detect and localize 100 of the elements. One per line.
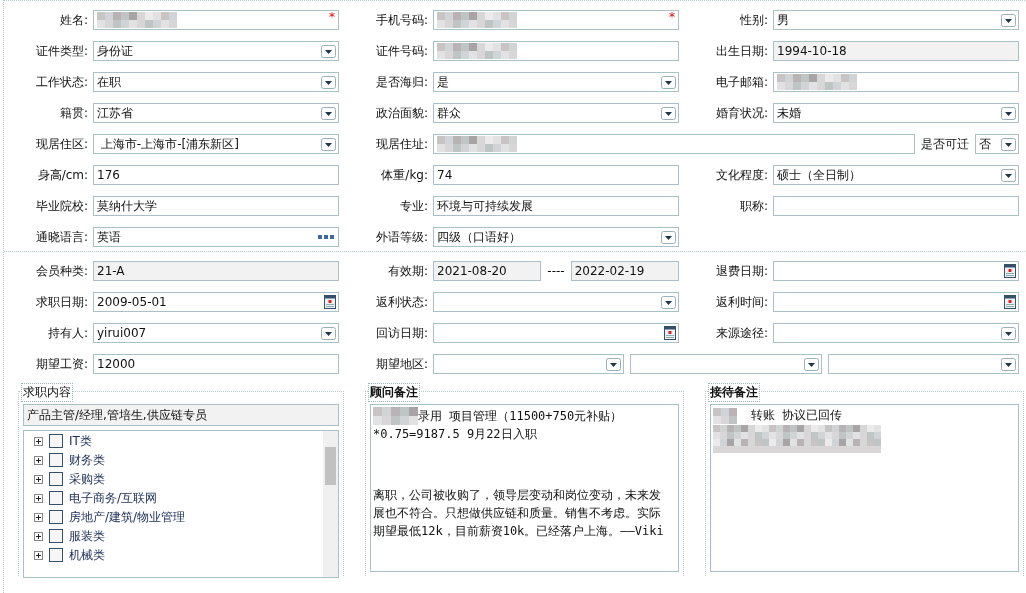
text-field[interactable]: *: [93, 10, 339, 30]
expand-icon[interactable]: [34, 531, 43, 541]
dropdown-field[interactable]: [433, 292, 679, 312]
field-label: 退费日期:: [714, 262, 768, 280]
date-field[interactable]: [773, 261, 1019, 281]
tree-item[interactable]: 电子商务/互联网: [69, 489, 158, 507]
dropdown-field[interactable]: yirui007: [93, 323, 339, 343]
calendar-icon[interactable]: [1004, 264, 1016, 278]
field-label: 姓名:: [58, 11, 88, 29]
checkbox[interactable]: [49, 529, 63, 543]
panel-title: 接待备注: [708, 383, 760, 402]
dropdown-field[interactable]: [433, 354, 625, 374]
checkbox[interactable]: [49, 510, 63, 524]
expand-icon[interactable]: [34, 493, 43, 503]
field-label: 毕业院校:: [34, 197, 88, 215]
field-label: 政治面貌:: [374, 104, 428, 122]
text-field[interactable]: 176: [93, 165, 339, 185]
tree-item[interactable]: 服装类: [69, 527, 105, 545]
text-field[interactable]: 21-A: [93, 261, 339, 281]
field-label: 会员种类:: [34, 262, 88, 280]
field-label: 籍贯:: [58, 104, 88, 122]
field-label: 证件号码:: [374, 42, 428, 60]
checkbox[interactable]: [49, 548, 63, 562]
text-field[interactable]: [433, 41, 679, 61]
field-label: 电子邮箱:: [714, 73, 768, 91]
text-field[interactable]: 12000: [93, 354, 339, 374]
field-label: 是否可迁: [921, 135, 969, 153]
date-field[interactable]: 2009-05-01: [93, 292, 339, 312]
field-label: 外语等级:: [374, 228, 428, 246]
text-field[interactable]: [433, 134, 915, 154]
field-label: 工作状态:: [34, 73, 88, 91]
expand-icon[interactable]: [34, 550, 43, 560]
scrollbar[interactable]: [323, 431, 338, 577]
expand-icon[interactable]: [34, 474, 43, 484]
dropdown-field[interactable]: [773, 323, 1019, 343]
text-field[interactable]: [773, 72, 1019, 92]
text-field[interactable]: [773, 196, 1019, 216]
field-label: 性别:: [738, 11, 768, 29]
dropdown-field[interactable]: 未婚: [773, 103, 1019, 123]
checkbox[interactable]: [49, 491, 63, 505]
text-field[interactable]: 环境与可持续发展: [433, 196, 679, 216]
checkbox[interactable]: [49, 453, 63, 467]
text-field[interactable]: *: [433, 10, 679, 30]
dropdown-field[interactable]: 身份证: [93, 41, 339, 61]
notes-field[interactable]: 录用 项目管理（11500+750元补贴） *0.75=9187.5 9月22日入职 离职，公司被收购了，领导层变动和岗位变动，未来发 展也不符合。只想做供应链和质量。销售不考虑。实际 期望最低12k，目前薪资10k。已经落户上海。——Viki: [370, 404, 679, 572]
dropdown-field[interactable]: [827, 354, 1019, 374]
field-label: 出生日期:: [714, 42, 768, 60]
dropdown-field[interactable]: 群众: [433, 103, 679, 123]
more-icon[interactable]: [318, 235, 334, 239]
checkbox[interactable]: [49, 434, 63, 448]
required-mark: *: [669, 10, 675, 24]
tree-item[interactable]: 财务类: [69, 451, 105, 469]
dropdown-field[interactable]: 男: [773, 10, 1019, 30]
lookup-field[interactable]: 英语: [93, 227, 339, 247]
field-label: 专业:: [398, 197, 428, 215]
field-label: 文化程度:: [714, 166, 768, 184]
calendar-icon[interactable]: [1004, 295, 1016, 309]
field-label: 持有人:: [46, 324, 88, 342]
tree-item[interactable]: 房地产/建筑/物业管理: [69, 508, 186, 526]
field-label: ----: [547, 264, 565, 278]
text-field[interactable]: 莫纳什大学: [93, 196, 339, 216]
expand-icon[interactable]: [34, 436, 43, 446]
dropdown-field[interactable]: 在职: [93, 72, 339, 92]
text-field[interactable]: 2022-02-19: [570, 261, 679, 281]
field-label: 通晓语言:: [34, 228, 88, 246]
dropdown-field[interactable]: 上海市-上海市-[浦东新区]: [93, 134, 339, 154]
text-field[interactable]: 1994-10-18: [773, 41, 1019, 61]
tree-item[interactable]: IT类: [69, 432, 92, 450]
dropdown-field[interactable]: 江苏省: [93, 103, 339, 123]
dropdown-field[interactable]: 否: [975, 134, 1019, 154]
note-text: 期望最低12k，目前薪资10k。已经落户上海。——Viki: [373, 523, 664, 540]
field-label: 回访日期:: [374, 324, 428, 342]
field-label: 期望工资:: [34, 355, 88, 373]
dropdown-field[interactable]: [630, 354, 822, 374]
required-mark: *: [329, 10, 335, 24]
text-field[interactable]: 2021-08-20: [433, 261, 542, 281]
note-text: 离职，公司被收购了，领导层变动和岗位变动，未来发: [373, 487, 661, 504]
field-label: 期望地区:: [374, 355, 428, 373]
dropdown-field[interactable]: 是: [433, 72, 679, 92]
notes-field[interactable]: 转账 协议已回传: [710, 404, 1019, 572]
calendar-icon[interactable]: [324, 295, 336, 309]
tree-item[interactable]: 采购类: [69, 470, 105, 488]
calendar-icon[interactable]: [664, 326, 676, 340]
field-label: 求职日期:: [34, 293, 88, 311]
field-label: 手机号码:: [374, 11, 428, 29]
text-field[interactable]: 74: [433, 165, 679, 185]
date-field[interactable]: [773, 292, 1019, 312]
field-label: 来源途径:: [714, 324, 768, 342]
dropdown-field[interactable]: 硕士（全日制）: [773, 165, 1019, 185]
expand-icon[interactable]: [34, 455, 43, 465]
field-label: 体重/kg:: [380, 166, 428, 184]
date-field[interactable]: [433, 323, 679, 343]
note-text: 转账 协议已回传: [751, 407, 843, 424]
dropdown-field[interactable]: 四级（口语好）: [433, 227, 679, 247]
panel-title: 顾问备注: [368, 383, 420, 402]
expand-icon[interactable]: [34, 512, 43, 522]
checkbox[interactable]: [49, 472, 63, 486]
field-label: 返利时间:: [714, 293, 768, 311]
summary-field: 产品主管/经理,管培生,供应链专员: [23, 404, 339, 426]
tree-item[interactable]: 机械类: [69, 546, 105, 564]
